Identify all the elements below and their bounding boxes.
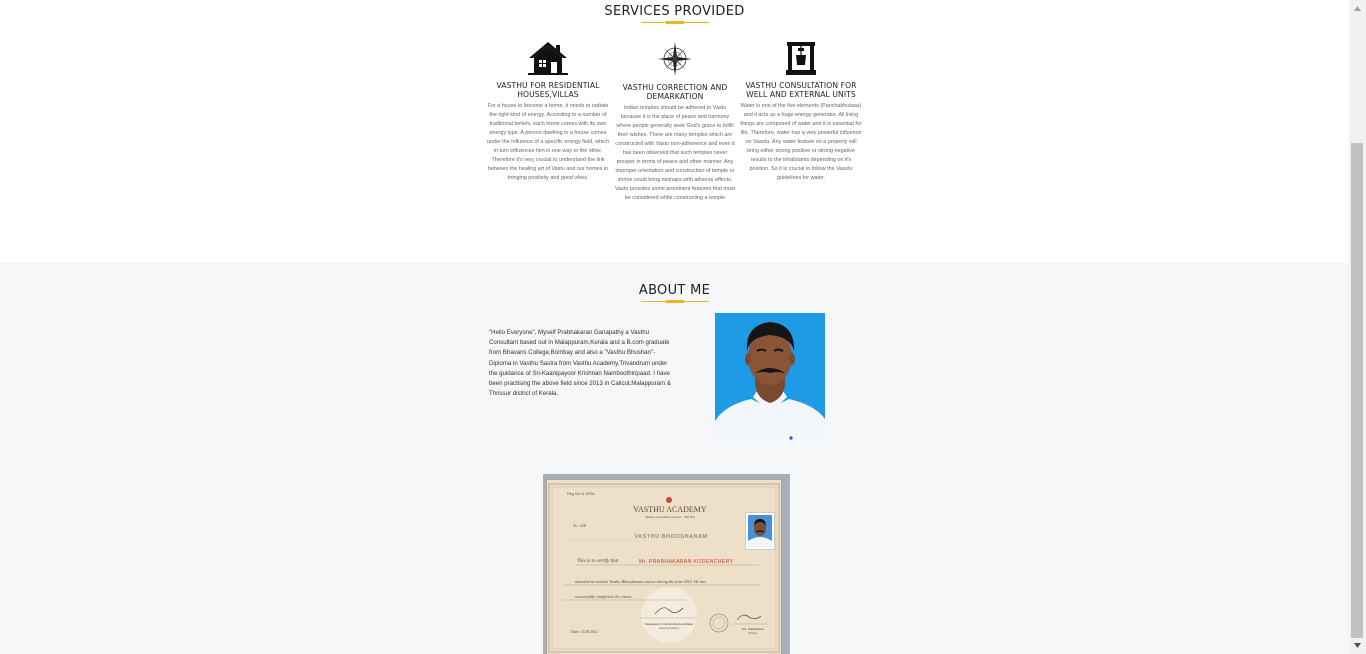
scroll-down-arrow-icon[interactable]: [1349, 637, 1366, 654]
certificate-signer1-name: Kaanipayoor Krishnan Namboothiripad: [644, 622, 694, 626]
about-text: "Hello Everyone", Myself Prabhakaran Gan…: [489, 329, 671, 398]
certificate-image: Reg No 11 APAL VASTHU ACADEMY Vasthu Con…: [543, 474, 790, 654]
service-heading: VASTHU FOR RESIDENTIAL HOUSES,VILLAS: [496, 81, 600, 99]
certificate-recipient-name: Mr. PRABHAKARAN KODENCHERY: [639, 559, 734, 565]
service-heading: VASTHU CONSULTATION FOR WELL AND EXTERNA…: [745, 81, 857, 99]
certificate-signer2-name: P.S. Prabhakaran: [742, 627, 764, 631]
vertical-scrollbar[interactable]: [1349, 0, 1366, 654]
scroll-up-arrow-icon[interactable]: [1349, 0, 1366, 17]
house-icon: [528, 42, 568, 75]
page: SERVICES PROVIDED VASTHU FOR RESIDENTIAL…: [0, 0, 1349, 654]
certificate-date: Date: 13.09.2012: [571, 630, 598, 634]
profile-photo: [715, 313, 825, 443]
certificate-number: No. 1268: [573, 524, 587, 528]
service-card-residential: VASTHU FOR RESIDENTIAL HOUSES,VILLAS For…: [487, 41, 609, 183]
water-well-icon: [786, 42, 816, 75]
certificate-signer2-role: Director: [748, 632, 758, 635]
certificate-photo: [745, 512, 775, 550]
certificate-paper: Reg No 11 APAL VASTHU ACADEMY Vasthu Con…: [547, 480, 781, 654]
certificate-reg-no: Reg No 11 APAL: [567, 492, 596, 496]
certificate-line1: This is to certify that: [577, 559, 619, 564]
about-title: ABOUT ME: [638, 283, 711, 298]
certificate-academy: VASTHU ACADEMY: [633, 505, 707, 514]
about-title-underline: [641, 300, 709, 303]
service-text: Water is one of the five elements (Panch…: [740, 103, 862, 181]
service-card-correction: VASTHU CORRECTION AND DEMARKATION Indian…: [614, 41, 736, 203]
service-heading: VASTHU CORRECTION AND DEMARKATION: [622, 83, 728, 101]
service-card-well: VASTHU CONSULTATION FOR WELL AND EXTERNA…: [740, 41, 862, 183]
certificate-line2: attended six months Vasthu Bhooshanam co…: [575, 579, 706, 584]
certificate-subtitle: Vasthu Consultation Centre - 682 001: [645, 515, 695, 519]
certificate-award: VASTHU BHOOSHANAM: [634, 534, 708, 540]
services-title: SERVICES PROVIDED: [604, 4, 745, 19]
services-section: SERVICES PROVIDED VASTHU FOR RESIDENTIAL…: [0, 0, 1349, 263]
scrollbar-thumb[interactable]: [1351, 143, 1363, 638]
compass-rose-icon: [658, 42, 692, 76]
services-title-underline: [641, 21, 709, 24]
certificate-signer1-role: Head of Academy: [658, 627, 680, 630]
certificate-line3: successfully completed the course.: [575, 594, 633, 599]
service-text: Indian temples should be adhered to Vast…: [614, 105, 736, 201]
service-text: For a house to become a home, it needs t…: [487, 103, 609, 181]
